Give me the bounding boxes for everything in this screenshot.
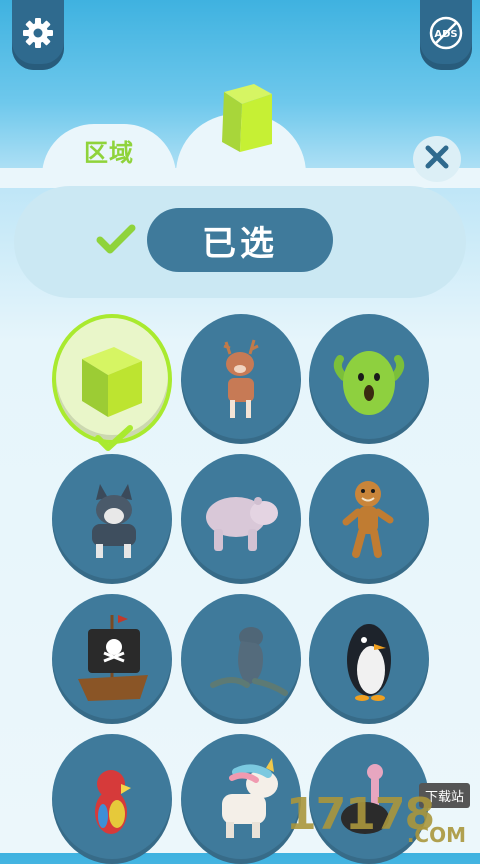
polar-bear-icon <box>206 497 278 551</box>
skin-deer[interactable] <box>181 314 301 444</box>
skin-seal[interactable] <box>181 594 301 724</box>
tab-bar-base <box>0 168 480 188</box>
pirate-ship-icon <box>78 615 148 701</box>
deer-icon <box>223 339 259 418</box>
skin-polar-bear[interactable] <box>181 454 301 584</box>
close-icon <box>424 144 450 174</box>
close-button[interactable] <box>413 136 461 182</box>
tab-cube[interactable] <box>220 82 276 158</box>
skin-wolf[interactable] <box>52 454 172 584</box>
skin-parrot[interactable] <box>52 734 172 864</box>
parrot-icon <box>95 770 131 834</box>
no-ads-text: ADS <box>434 29 457 40</box>
watermark: 下载站 17178 .COM <box>252 783 474 849</box>
cactus-icon <box>333 351 405 415</box>
seal-icon <box>210 627 288 696</box>
gingerbread-man-icon <box>342 481 394 558</box>
wolf-icon <box>92 484 136 558</box>
penguin-icon <box>347 624 391 701</box>
check-icon <box>96 224 136 260</box>
tab-zone[interactable]: 区域 <box>84 133 134 168</box>
no-ads-icon: ADS <box>428 15 464 55</box>
settings-button[interactable] <box>12 0 64 70</box>
gear-icon <box>22 17 54 53</box>
selected-check-icon <box>94 424 134 458</box>
skin-pirate-ship[interactable] <box>52 594 172 724</box>
skin-cactus[interactable] <box>309 314 429 444</box>
selected-status-button[interactable]: 已选 <box>147 208 333 272</box>
green-cube-icon <box>220 84 276 158</box>
green-cube-icon <box>82 347 142 417</box>
skin-gingerbread-man[interactable] <box>309 454 429 584</box>
no-ads-button[interactable]: ADS <box>420 0 472 70</box>
skin-penguin[interactable] <box>309 594 429 724</box>
watermark-domain: .COM <box>406 823 466 847</box>
